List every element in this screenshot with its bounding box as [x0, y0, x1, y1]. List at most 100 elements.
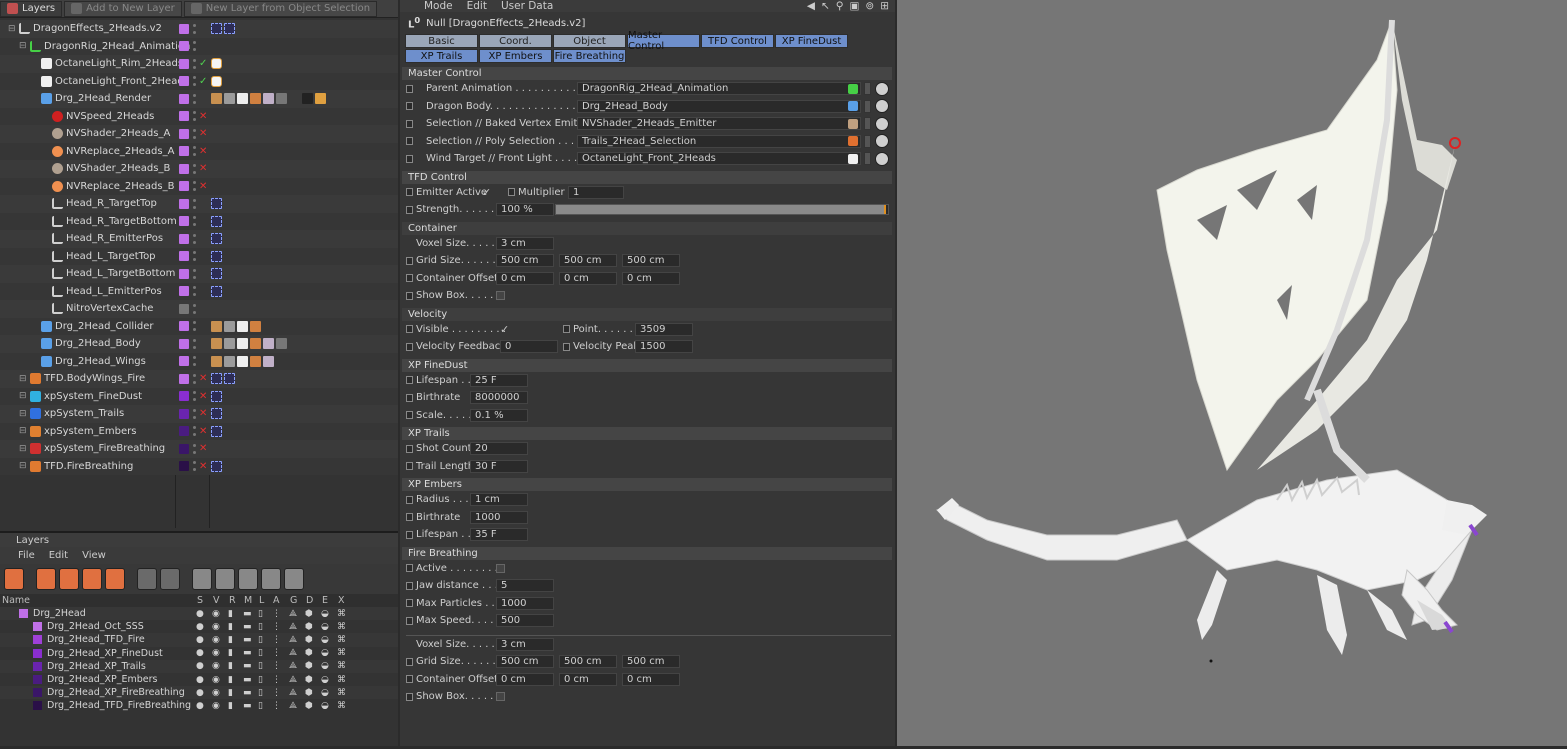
visibility-dots[interactable]	[193, 23, 196, 34]
enabled-check-icon[interactable]: ✓	[199, 76, 207, 87]
fb-show-box-checkbox[interactable]	[496, 692, 505, 702]
deformer-icon[interactable]: ⬢	[305, 648, 313, 658]
generator-icon[interactable]: ⟁	[289, 648, 297, 658]
link-field[interactable]: Drg_2Head_Body	[577, 99, 861, 113]
layer-row[interactable]: Drg_2Head_XP_FireBreathing ● ◉ ▮ ▬ ▯ ⋮ ⟁ ⬢ ◒ ⌘	[0, 686, 398, 700]
object-row[interactable]: NVReplace_2Heads_A ✕	[0, 142, 398, 160]
link-field[interactable]: NVShader_2Heads_Emitter	[577, 117, 861, 131]
generator-icon[interactable]: ⟁	[289, 675, 297, 685]
pick-object-icon[interactable]	[875, 151, 889, 166]
fb-offset-z[interactable]: 0 cm	[622, 672, 680, 686]
xref-icon[interactable]: ⌘	[337, 688, 346, 698]
layer-name[interactable]: Drg_2Head_TFD_FireBreathing	[47, 700, 191, 711]
layer-color-swatch[interactable]	[179, 268, 189, 279]
visibility-dots[interactable]	[193, 251, 196, 262]
render-icon[interactable]: ▮	[228, 622, 233, 632]
menu-edit[interactable]: Edit	[49, 550, 68, 561]
material-tag-icon[interactable]	[302, 93, 313, 105]
disabled-x-icon[interactable]: ✕	[199, 408, 207, 419]
keyframe-icon[interactable]	[406, 513, 413, 522]
layer-color-swatch[interactable]	[19, 609, 28, 619]
object-row[interactable]: ⊟ DragonEffects_2Heads.v2	[0, 20, 398, 38]
keyframe-icon[interactable]	[406, 530, 413, 539]
pointer-icon[interactable]: ↖	[821, 0, 830, 12]
deformer-icon[interactable]: ⬢	[305, 622, 313, 632]
object-row[interactable]: ⊟ TFD.FireBreathing ✕	[0, 457, 398, 475]
deformer-icon[interactable]: ⬢	[305, 701, 313, 711]
visibility-dots[interactable]	[193, 461, 196, 472]
layer-row[interactable]: Drg_2Head ● ◉ ▮ ▬ ▯ ⋮ ⟁ ⬢ ◒ ⌘	[0, 607, 398, 621]
layers-tab[interactable]: Layers	[0, 0, 63, 17]
manager-icon[interactable]: ▬	[243, 661, 252, 671]
keyframe-icon[interactable]	[406, 616, 413, 625]
layer-name[interactable]: Drg_2Head_XP_Trails	[47, 661, 146, 672]
object-row[interactable]: Head_R_TargetTop	[0, 195, 398, 213]
select-objects-icon[interactable]	[192, 568, 212, 590]
keyframe-icon[interactable]	[406, 444, 413, 453]
animation-icon[interactable]: ⋮	[272, 609, 281, 619]
material-tag-icon[interactable]	[263, 355, 274, 367]
layer-column-s[interactable]: S	[197, 595, 203, 606]
lock-icon[interactable]: ▯	[258, 609, 263, 619]
visibility-dots[interactable]	[193, 233, 196, 244]
expand-toggle-icon[interactable]: ⊟	[19, 391, 27, 401]
render-icon[interactable]: ▮	[228, 648, 233, 658]
visibility-dots[interactable]	[193, 181, 196, 192]
unlink-icon[interactable]	[160, 568, 180, 590]
layer-column-v[interactable]: V	[213, 595, 220, 606]
collapse-icon[interactable]	[284, 568, 304, 590]
keyframe-icon[interactable]	[406, 411, 413, 420]
keyframe-icon[interactable]	[406, 692, 413, 701]
animation-icon[interactable]: ⋮	[272, 648, 281, 658]
layer-color-swatch[interactable]	[33, 688, 42, 698]
generator-icon[interactable]: ⟁	[289, 609, 297, 619]
object-row[interactable]: Head_R_EmitterPos	[0, 230, 398, 248]
offset-x[interactable]: 0 cm	[496, 271, 554, 285]
animation-icon[interactable]: ⋮	[272, 622, 281, 632]
object-row[interactable]: ⊟ xpSystem_FineDust ✕	[0, 387, 398, 405]
material-tag-icon[interactable]	[237, 338, 248, 350]
disabled-x-icon[interactable]: ✕	[199, 146, 207, 157]
layer-row[interactable]: Drg_2Head_XP_FineDust ● ◉ ▮ ▬ ▯ ⋮ ⟁ ⬢ ◒ ⌘	[0, 647, 398, 660]
param-field[interactable]: 5	[496, 579, 554, 593]
layer-color-swatch[interactable]	[179, 286, 189, 297]
keyframe-icon[interactable]	[406, 137, 413, 146]
xpresso-tag-icon[interactable]	[224, 23, 235, 35]
layer-color-swatch[interactable]	[33, 675, 42, 685]
keyframe-icon[interactable]	[406, 495, 413, 504]
render-icon[interactable]: ▮	[228, 635, 233, 645]
lock-icon[interactable]: ▯	[258, 661, 263, 671]
xpresso-tag-icon[interactable]	[211, 285, 222, 297]
tab-fire-breathing[interactable]: Fire Breathing	[553, 49, 626, 63]
solo-icon[interactable]: ●	[196, 701, 204, 711]
expand-toggle-icon[interactable]: ⊟	[8, 24, 16, 34]
keyframe-icon[interactable]	[406, 102, 413, 111]
object-row[interactable]: ⊟ DragonRig_2Head_Animation	[0, 37, 398, 55]
menu-user-data[interactable]: User Data	[501, 0, 553, 12]
disabled-x-icon[interactable]: ✕	[199, 426, 207, 437]
animation-icon[interactable]: ⋮	[272, 635, 281, 645]
link-arrow-button[interactable]	[864, 82, 871, 96]
layer-row[interactable]: Drg_2Head_XP_Embers ● ◉ ▮ ▬ ▯ ⋮ ⟁ ⬢ ◒ ⌘	[0, 673, 398, 686]
deformer-icon[interactable]: ⬢	[305, 609, 313, 619]
material-tag-icon[interactable]	[224, 93, 235, 105]
manager-icon[interactable]: ▬	[243, 635, 252, 645]
material-tag-icon[interactable]	[211, 93, 222, 105]
fb-grid-y[interactable]: 500 cm	[559, 655, 617, 669]
manager-icon[interactable]: ▬	[243, 622, 252, 632]
lock-icon[interactable]: ▯	[258, 622, 263, 632]
show-box-checkbox[interactable]	[496, 291, 505, 301]
layer-column-x[interactable]: X	[338, 595, 345, 606]
keyframe-icon[interactable]	[406, 581, 413, 590]
grid-size-x[interactable]: 500 cm	[496, 254, 554, 268]
visibility-dots[interactable]	[193, 128, 196, 139]
param-field[interactable]: 1000	[470, 510, 528, 524]
expression-icon[interactable]: ◒	[321, 701, 329, 711]
visibility-dots[interactable]	[193, 443, 196, 454]
grid-size-z[interactable]: 500 cm	[622, 254, 680, 268]
layer-name[interactable]: Drg_2Head_TFD_Fire	[47, 634, 145, 645]
material-tag-icon[interactable]	[276, 338, 287, 350]
tab-xp-embers[interactable]: XP Embers	[479, 49, 552, 63]
generator-icon[interactable]: ⟁	[289, 661, 297, 671]
menu-view[interactable]: View	[82, 550, 106, 561]
